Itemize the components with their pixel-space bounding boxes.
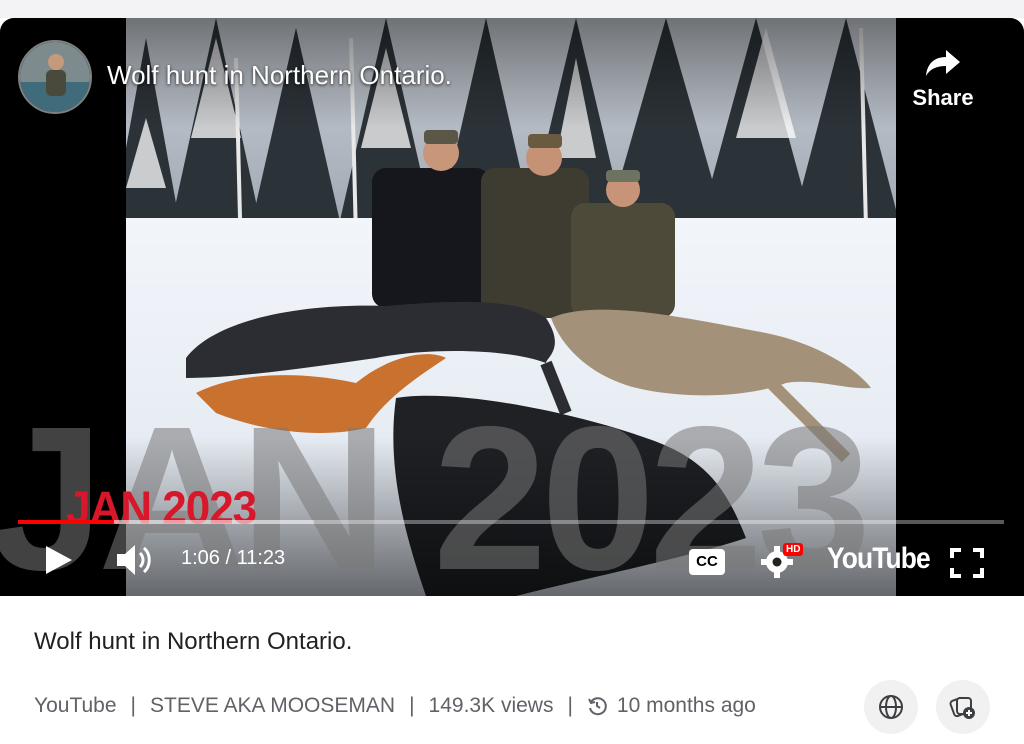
volume-button[interactable] <box>115 542 155 583</box>
play-button[interactable] <box>44 544 74 581</box>
played-bar <box>18 520 114 524</box>
channel-avatar[interactable] <box>18 40 92 114</box>
upload-age: 10 months ago <box>616 694 756 717</box>
top-strip <box>0 0 1024 18</box>
youtube-logo[interactable]: YouTube <box>827 542 931 576</box>
share-button[interactable]: Share <box>908 46 978 111</box>
video-meta: YouTube | STEVE AKA MOOSEMAN | 149.3K vi… <box>34 694 756 718</box>
time-display: 1:06 / 11:23 <box>181 547 286 569</box>
fullscreen-button[interactable] <box>950 548 984 583</box>
globe-icon <box>879 695 903 719</box>
separator: | <box>409 694 415 717</box>
player-title[interactable]: Wolf hunt in Northern Ontario. <box>107 60 452 91</box>
share-label: Share <box>912 85 974 110</box>
view-count: 149.3K views <box>428 694 554 717</box>
add-to-collection-button[interactable] <box>936 680 990 734</box>
play-icon <box>46 546 72 574</box>
globe-button[interactable] <box>864 680 918 734</box>
cc-icon: CC <box>689 549 725 575</box>
volume-icon <box>117 545 151 575</box>
fullscreen-icon <box>950 548 984 578</box>
share-icon <box>924 50 962 82</box>
progress-bar[interactable] <box>18 520 1004 524</box>
separator: | <box>130 694 136 717</box>
cc-button[interactable]: CC <box>689 549 725 575</box>
hd-badge: HD <box>783 543 804 556</box>
source-label[interactable]: YouTube <box>34 694 117 718</box>
buffered-bar <box>113 520 314 524</box>
video-title[interactable]: Wolf hunt in Northern Ontario. <box>34 628 352 656</box>
video-player[interactable]: JAN 2023 Wolf hunt in Northern Ontario. … <box>0 18 1024 596</box>
separator: | <box>567 694 573 717</box>
channel-name[interactable]: STEVE AKA MOOSEMAN <box>150 694 395 718</box>
date-overlay: JAN 2023 <box>66 482 257 535</box>
history-icon <box>587 696 607 716</box>
add-to-collection-icon <box>949 696 975 719</box>
